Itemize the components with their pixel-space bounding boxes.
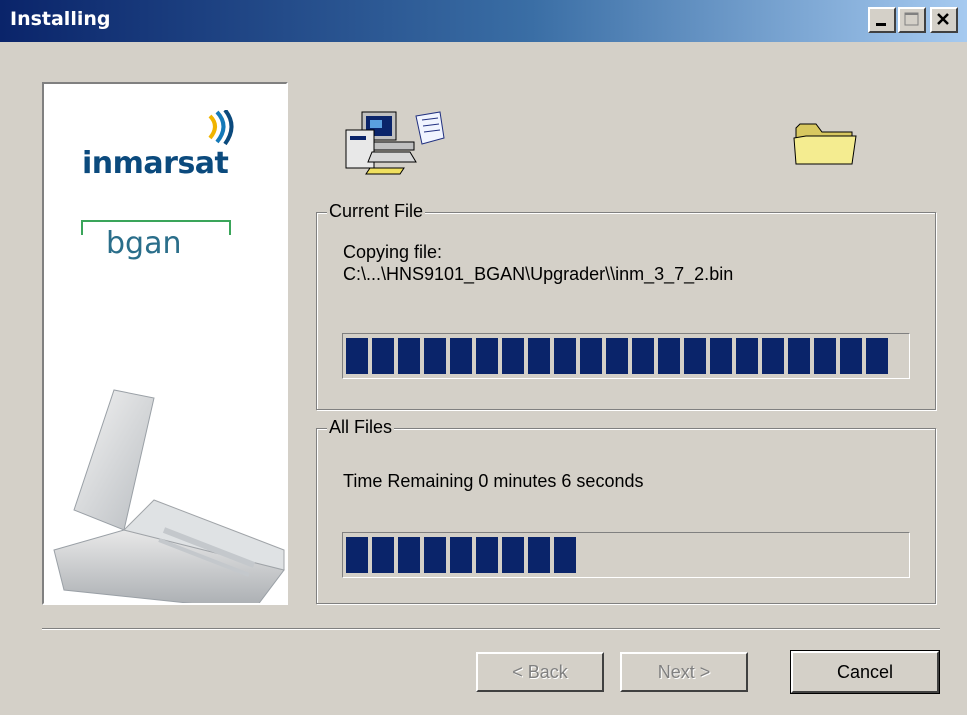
progress-segment xyxy=(554,338,576,374)
progress-segment xyxy=(450,537,472,573)
progress-segment xyxy=(762,338,784,374)
progress-segment xyxy=(710,338,732,374)
progress-segment xyxy=(814,338,836,374)
close-icon xyxy=(937,13,949,25)
current-file-progress-fill xyxy=(346,338,906,374)
progress-segment xyxy=(684,338,706,374)
current-file-path: C:\...\HNS9101_BGAN\Upgrader\\inm_3_7_2.… xyxy=(343,264,734,284)
all-files-progress-fill xyxy=(346,537,906,573)
progress-segment xyxy=(372,338,394,374)
window-title: Installing xyxy=(10,8,111,30)
cancel-button[interactable]: Cancel xyxy=(790,650,940,694)
footer-divider xyxy=(42,628,940,630)
minimize-button[interactable] xyxy=(868,7,896,33)
progress-segment xyxy=(346,338,368,374)
progress-segment xyxy=(424,338,446,374)
progress-segment xyxy=(528,338,550,374)
progress-segment xyxy=(502,537,524,573)
progress-segment xyxy=(424,537,446,573)
signal-waves-icon xyxy=(208,110,234,146)
progress-segment xyxy=(554,537,576,573)
all-files-label: All Files xyxy=(327,417,395,438)
progress-segment xyxy=(476,537,498,573)
progress-segment xyxy=(450,338,472,374)
computer-install-icon xyxy=(345,111,445,175)
progress-segment xyxy=(372,537,394,573)
maximize-icon xyxy=(904,12,919,26)
progress-segment xyxy=(528,537,550,573)
folder-icon xyxy=(793,123,857,165)
progress-segment xyxy=(476,338,498,374)
satellite-terminal-image xyxy=(53,389,285,603)
progress-segment xyxy=(632,338,654,374)
current-file-progress-bar xyxy=(342,333,910,379)
progress-segment xyxy=(398,338,420,374)
current-file-label: Current File xyxy=(327,201,426,222)
minimize-icon xyxy=(876,23,886,26)
progress-segment xyxy=(736,338,758,374)
next-button[interactable]: Next > xyxy=(620,652,748,692)
progress-segment xyxy=(346,537,368,573)
progress-segment xyxy=(788,338,810,374)
installer-window: Installing inmarsat bgan Current File Co… xyxy=(0,0,967,715)
inmarsat-logo: inmarsat xyxy=(82,146,229,181)
progress-segment xyxy=(398,537,420,573)
copying-label: Copying file: xyxy=(343,242,443,262)
progress-segment xyxy=(866,338,888,374)
time-remaining-text: Time Remaining 0 minutes 6 seconds xyxy=(343,471,644,491)
title-bar[interactable]: Installing xyxy=(0,0,967,42)
branding-panel: inmarsat bgan xyxy=(42,82,288,605)
progress-segment xyxy=(606,338,628,374)
back-button[interactable]: < Back xyxy=(476,652,604,692)
progress-segment xyxy=(502,338,524,374)
close-button[interactable] xyxy=(930,7,958,33)
maximize-button[interactable] xyxy=(898,7,926,33)
progress-segment xyxy=(840,338,862,374)
bgan-logo: bgan xyxy=(106,226,182,261)
all-files-progress-bar xyxy=(342,532,910,578)
progress-segment xyxy=(658,338,680,374)
progress-segment xyxy=(580,338,602,374)
